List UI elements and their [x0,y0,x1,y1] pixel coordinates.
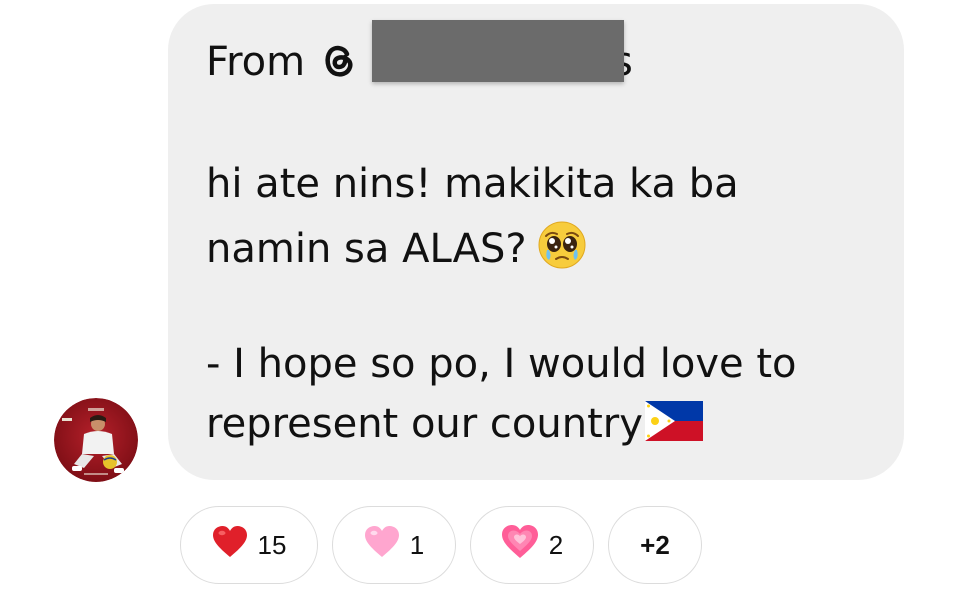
reaction-growing-heart[interactable]: 2 [470,506,594,584]
message-line-3: - I hope so po, I would love to [206,341,797,387]
reaction-pink-heart[interactable]: 1 [332,506,456,584]
philippines-flag-emoji [644,401,703,452]
growing-heart-icon [501,524,539,567]
red-heart-icon [212,525,248,566]
from-line: From [206,38,356,90]
profile-avatar[interactable] [54,398,138,482]
pleading-face-emoji [537,220,587,281]
message-line-2-text: namin sa ALAS? [206,226,527,272]
message-line-2: namin sa ALAS? [206,220,587,281]
reaction-red-heart[interactable]: 15 [180,506,318,584]
pink-heart-icon [364,525,400,566]
threads-logo-icon [322,41,356,90]
message-line-1: hi ate nins! makikita ka ba [206,161,739,207]
reaction-count: 2 [548,530,564,560]
from-label: From [206,39,306,85]
reaction-count: 15 [257,530,287,560]
more-reactions-label: +2 [640,529,670,560]
redaction-block [372,20,624,82]
reaction-count: 1 [409,530,425,560]
more-reactions-button[interactable]: +2 [608,506,702,584]
message-line-4: represent our country [206,400,703,452]
message-line-4-text: represent our country [206,401,643,447]
